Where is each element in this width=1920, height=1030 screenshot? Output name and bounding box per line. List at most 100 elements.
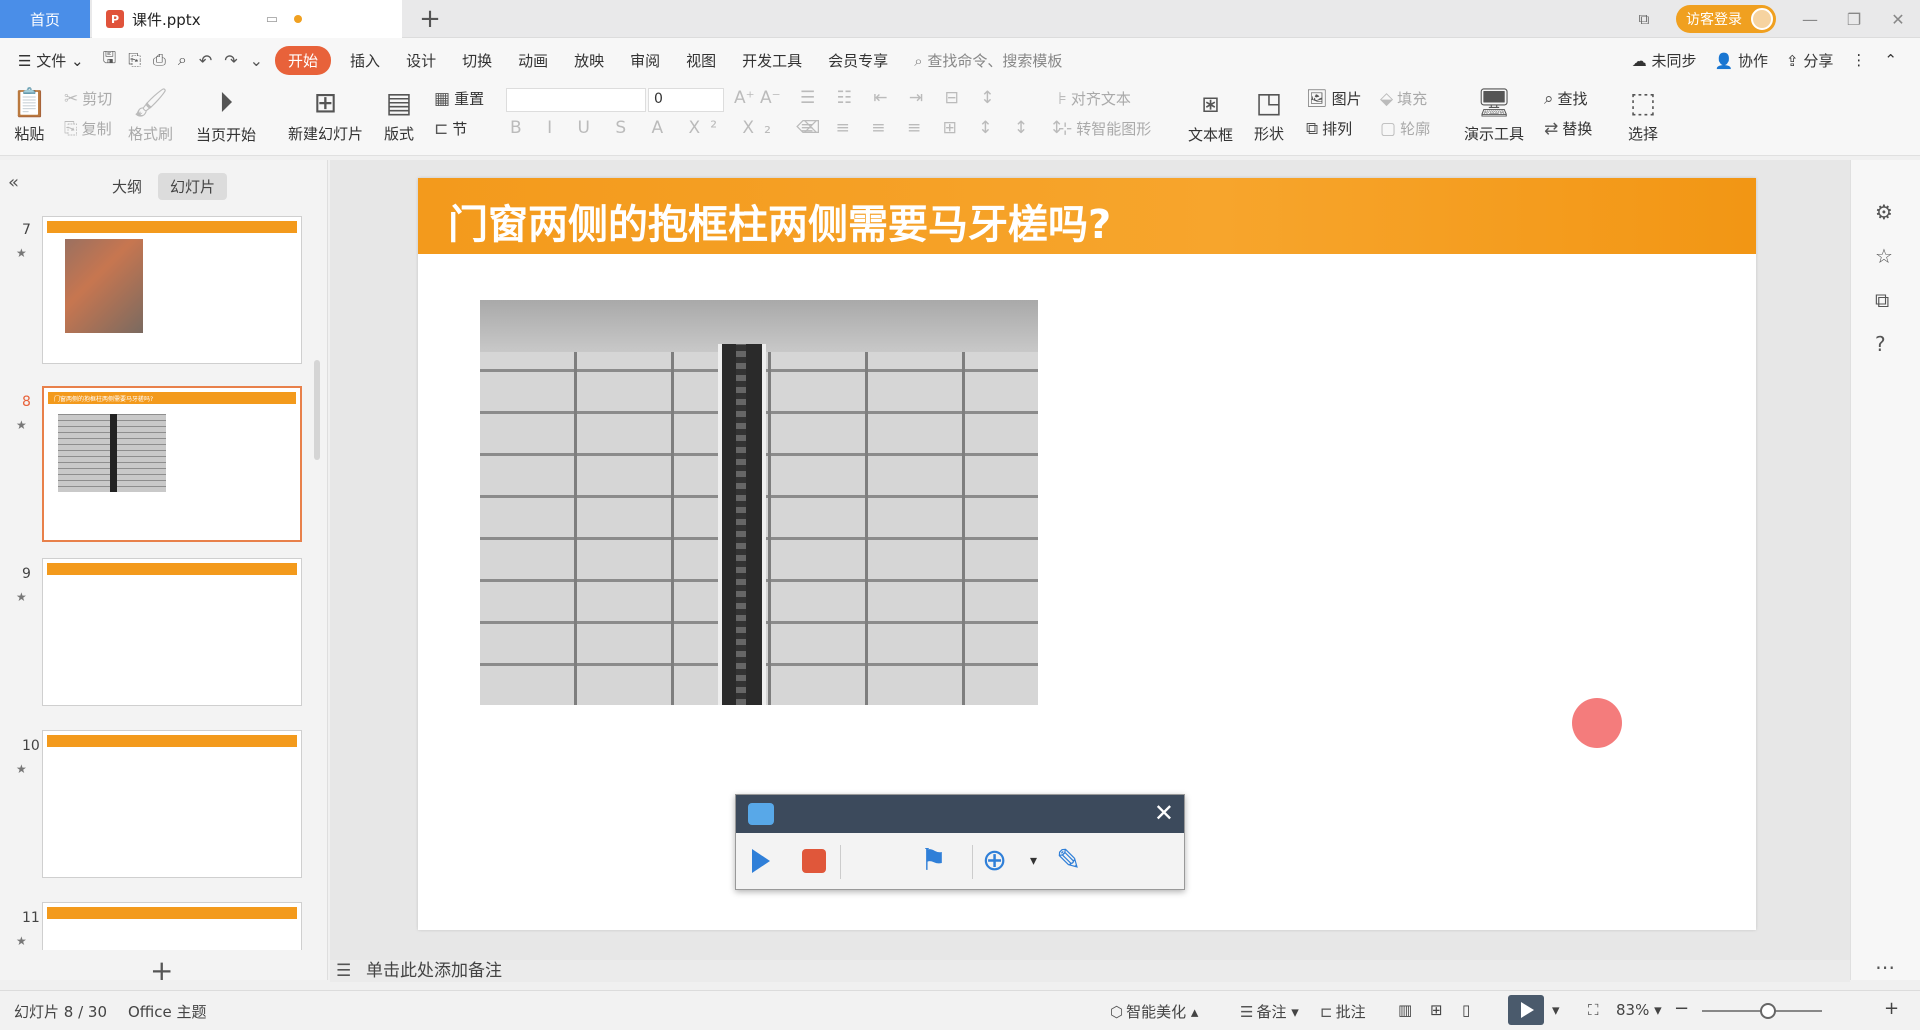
document-tab[interactable]: P 课件.pptx ▭ xyxy=(92,0,402,38)
new-tab-button[interactable]: + xyxy=(414,3,446,35)
thumbnail-scrollbar[interactable] xyxy=(314,360,320,460)
share-button[interactable]: ⇪ 分享 xyxy=(1777,50,1842,71)
pen-tool-icon[interactable]: ✎ xyxy=(1056,843,1081,878)
smart-art-button[interactable]: ⊹ 转智能图形 xyxy=(1058,118,1151,139)
customize-icon[interactable]: ⌄ xyxy=(244,51,269,70)
reading-view-icon[interactable]: ▯ xyxy=(1462,1001,1470,1019)
zoom-out-button[interactable]: − xyxy=(1674,998,1689,1019)
layout-button[interactable]: ▤ 版式 xyxy=(384,86,414,144)
dropdown-icon[interactable]: ▾ xyxy=(1030,853,1037,869)
brick-wall-photo[interactable] xyxy=(480,300,1038,705)
textbox-button[interactable]: ⧆ 文本框 xyxy=(1188,86,1233,145)
slideshow-dropdown-icon[interactable]: ▾ xyxy=(1552,1001,1560,1019)
animation-icon[interactable]: ☆ xyxy=(1875,244,1893,268)
zoom-in-button[interactable]: + xyxy=(1884,998,1899,1019)
print-icon[interactable]: ⎙ xyxy=(147,50,172,70)
fit-window-icon[interactable]: ⛶ xyxy=(1588,1001,1599,1019)
paste-button[interactable]: 📋 粘贴 xyxy=(12,86,47,144)
export-icon[interactable]: ⎘ xyxy=(122,50,147,70)
undo-icon[interactable]: ↶ xyxy=(193,51,218,70)
restore-button[interactable]: ❐ xyxy=(1832,10,1876,29)
save-icon[interactable]: 🖫 xyxy=(97,47,123,74)
fill-button[interactable]: ⬙ 填充 xyxy=(1380,88,1427,109)
smart-beautify-button[interactable]: ⬡ 智能美化 ▴ xyxy=(1110,1001,1198,1022)
section-button[interactable]: ⊏ 节 xyxy=(434,118,467,139)
tab-slides[interactable]: 幻灯片 xyxy=(158,173,228,200)
text-format-icons[interactable]: B I U S A X² X₂ ⌫ xyxy=(510,118,834,138)
sync-status[interactable]: ☁ 未同步 xyxy=(1623,50,1706,71)
format-painter-button[interactable]: 🖌 格式刷 xyxy=(128,86,173,144)
tab-animation[interactable]: 动画 xyxy=(505,50,561,71)
redo-icon[interactable]: ↷ xyxy=(218,51,243,70)
tab-insert[interactable]: 插入 xyxy=(337,50,393,71)
zoom-level[interactable]: 83% ▾ xyxy=(1616,1001,1662,1019)
arrange-icon: ⧉ xyxy=(1306,118,1319,139)
presenter-tools-button[interactable]: 🖥 演示工具 xyxy=(1464,86,1524,144)
slide-thumbnail-11[interactable] xyxy=(42,902,302,950)
tab-developer[interactable]: 开发工具 xyxy=(729,50,815,71)
zoom-slider-knob[interactable] xyxy=(1760,1003,1776,1019)
zoom-tool-icon[interactable]: ⊕ xyxy=(982,843,1007,878)
cut-button[interactable]: ✂ 剪切 xyxy=(64,88,112,109)
copy-button[interactable]: ⎘ 复制 xyxy=(64,118,112,139)
replace-button[interactable]: ⇄ 替换 xyxy=(1544,118,1592,139)
tab-home-ribbon[interactable]: 开始 xyxy=(275,45,332,75)
new-slide-button[interactable]: ⊞ 新建幻灯片 xyxy=(288,86,363,144)
outline-button[interactable]: ▢ 轮廓 xyxy=(1380,118,1430,139)
tab-outline[interactable]: 大纲 xyxy=(100,173,154,200)
pointer-tool-icon[interactable]: ⚑ xyxy=(920,843,947,878)
slide-title[interactable]: 门窗两侧的抱框柱两侧需要马牙槎吗? xyxy=(448,192,1111,250)
font-family-select[interactable] xyxy=(506,88,646,112)
minimize-button[interactable]: — xyxy=(1788,10,1832,29)
more-icon[interactable]: ⋮ xyxy=(1842,51,1875,69)
arrange-button[interactable]: ⧉ 排列 xyxy=(1306,118,1352,139)
list-indent-icons[interactable]: ☰ ☷ ⇤ ⇥ ⊟ ↕ xyxy=(800,88,1006,108)
align-text-button[interactable]: ⊧ 对齐文本 xyxy=(1058,88,1131,109)
slideshow-play-button[interactable] xyxy=(1508,995,1544,1025)
paragraph-align-icons[interactable]: ≡ ≡ ≡ ≡ ⊞ ↕ ↕ ↕ xyxy=(800,118,1076,138)
add-slide-button[interactable]: + xyxy=(150,954,173,987)
file-menu[interactable]: ☰ 文件 ⌄ xyxy=(0,50,97,71)
slide-thumbnail-8[interactable]: 门窗两侧的抱框柱两侧需要马牙槎吗? xyxy=(42,386,302,542)
find-button[interactable]: ⌕ 查找 xyxy=(1544,88,1588,109)
print-preview-icon[interactable]: ⌕ xyxy=(172,50,193,70)
properties-icon[interactable]: ⚙ xyxy=(1875,200,1893,224)
transition-icon[interactable]: ⧉ xyxy=(1875,288,1889,312)
tab-design[interactable]: 设计 xyxy=(393,50,449,71)
collaborate-button[interactable]: 👤 协作 xyxy=(1706,50,1777,71)
tab-transitions[interactable]: 切换 xyxy=(449,50,505,71)
guest-login-button[interactable]: 访客登录 xyxy=(1676,5,1776,33)
tab-review[interactable]: 审阅 xyxy=(617,50,673,71)
slide-thumbnail-7[interactable] xyxy=(42,216,302,364)
shape-button[interactable]: ◳ 形状 xyxy=(1254,86,1284,144)
monitor-icon[interactable]: ▭ xyxy=(266,12,278,27)
tab-view[interactable]: 视图 xyxy=(673,50,729,71)
tab-member[interactable]: 会员专享 xyxy=(815,50,901,71)
close-icon[interactable]: ✕ xyxy=(1154,799,1174,827)
window-layout-icon[interactable]: ⧉ xyxy=(1624,10,1664,28)
help-icon[interactable]: ? xyxy=(1875,332,1886,356)
font-size-select[interactable]: 0 xyxy=(648,88,724,112)
record-play-button[interactable] xyxy=(752,849,770,873)
comments-button[interactable]: ⊏ 批注 xyxy=(1320,1001,1366,1022)
more-icon[interactable]: ⋯ xyxy=(1875,955,1895,979)
picture-button[interactable]: 🖼 图片 xyxy=(1306,88,1362,109)
reset-button[interactable]: ▦ 重置 xyxy=(434,88,484,109)
select-button[interactable]: ⬚ 选择 xyxy=(1628,86,1658,144)
collapse-ribbon-icon[interactable]: ⌃ xyxy=(1875,51,1906,69)
notes-toggle-button[interactable]: ☰ 备注 ▾ xyxy=(1240,1001,1299,1022)
home-tab[interactable]: 首页 xyxy=(0,0,90,38)
font-grow-shrink-icons[interactable]: A⁺ A⁻ xyxy=(734,88,785,108)
collapse-pane-icon[interactable]: « xyxy=(8,172,19,193)
grid-view-icon[interactable]: ⊞ xyxy=(1430,1001,1443,1019)
slide-thumbnail-9[interactable] xyxy=(42,558,302,706)
thumb-image xyxy=(65,239,143,333)
notes-bar[interactable]: ☰ 单击此处添加备注 xyxy=(330,960,1850,982)
play-from-current-button[interactable]: ⏵ 当页开始 xyxy=(196,86,256,145)
normal-view-icon[interactable]: ▥ xyxy=(1398,1001,1412,1019)
close-window-button[interactable]: ✕ xyxy=(1876,10,1920,29)
command-search[interactable]: ⌕ 查找命令、搜索模板 xyxy=(901,50,1075,71)
slide-thumbnail-10[interactable] xyxy=(42,730,302,878)
tab-slideshow[interactable]: 放映 xyxy=(561,50,617,71)
record-stop-button[interactable] xyxy=(802,849,826,873)
